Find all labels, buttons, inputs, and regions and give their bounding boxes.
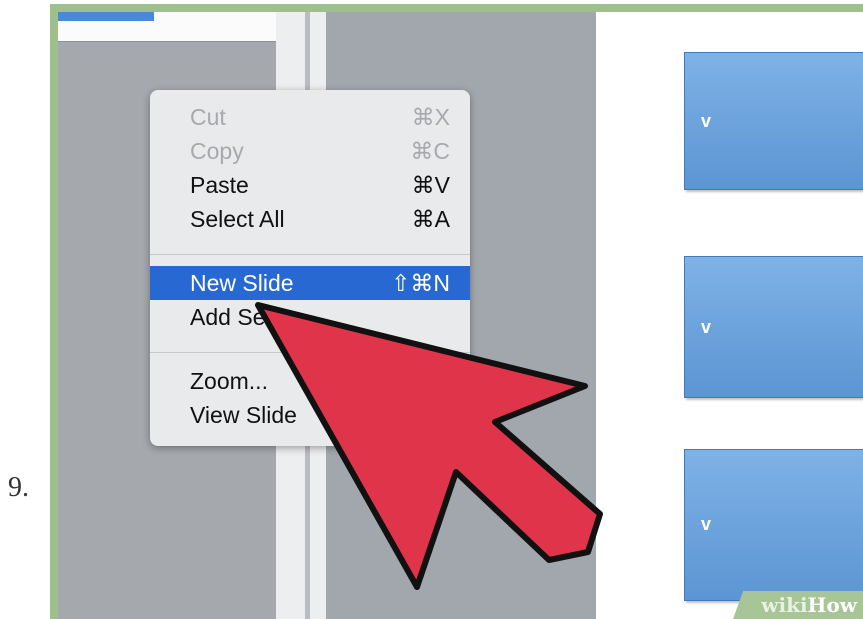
wikihow-watermark: wikiHow xyxy=(761,593,857,617)
watermark-part1: wiki xyxy=(761,593,808,617)
pointer-arrow-icon xyxy=(255,302,603,590)
app-window: v v v Cut ⌘X Copy ⌘C Paste ⌘V Select All… xyxy=(58,12,863,619)
step-number: 9. xyxy=(8,472,29,503)
screenshot-frame: v v v Cut ⌘X Copy ⌘C Paste ⌘V Select All… xyxy=(50,4,863,619)
watermark-part2: How xyxy=(807,593,857,617)
